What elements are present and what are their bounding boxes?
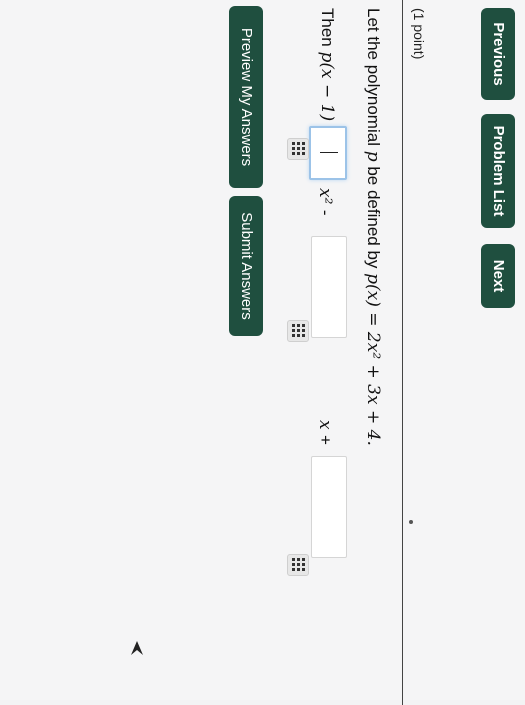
grid-icon[interactable] [287,138,309,160]
decor-dot [409,520,413,524]
variable-p: p [363,150,383,162]
answer-input-2[interactable] [311,236,347,338]
operator-plus: + [316,435,335,445]
point-value: (1 point) [411,8,427,60]
statement-prefix: Let the polynomial [364,8,383,151]
grid-icon[interactable] [287,554,309,576]
polynomial-definition: p(x) = 2x² + 3x + 4. [363,273,383,446]
then-label: Then [318,8,337,52]
text-caret [320,152,338,153]
term-x-squared: x² - [315,188,335,215]
previous-button[interactable]: Previous [481,8,515,100]
term-x-squared-text: x² [315,188,335,205]
operator-minus: - [316,209,335,216]
grid-icon[interactable] [287,320,309,342]
problem-statement: Let the polynomial p be defined by p(x) … [363,8,383,446]
answer-input-3[interactable] [311,456,347,558]
problem-list-button[interactable]: Problem List [481,114,515,228]
answer-input-1[interactable] [309,126,347,180]
submit-answers-button[interactable]: Submit Answers [229,196,263,336]
rotated-stage: Previous Problem List Next (1 point) Let… [0,0,525,705]
question-line: Then p(x − 1) = [317,8,337,141]
divider [402,0,403,705]
next-button[interactable]: Next [481,244,515,308]
statement-middle: be defined by [364,161,383,274]
pointer-arrow-icon [131,641,143,655]
preview-answers-button[interactable]: Preview My Answers [229,6,263,188]
term-x: x + [315,420,335,445]
term-x-text: x [315,420,335,430]
